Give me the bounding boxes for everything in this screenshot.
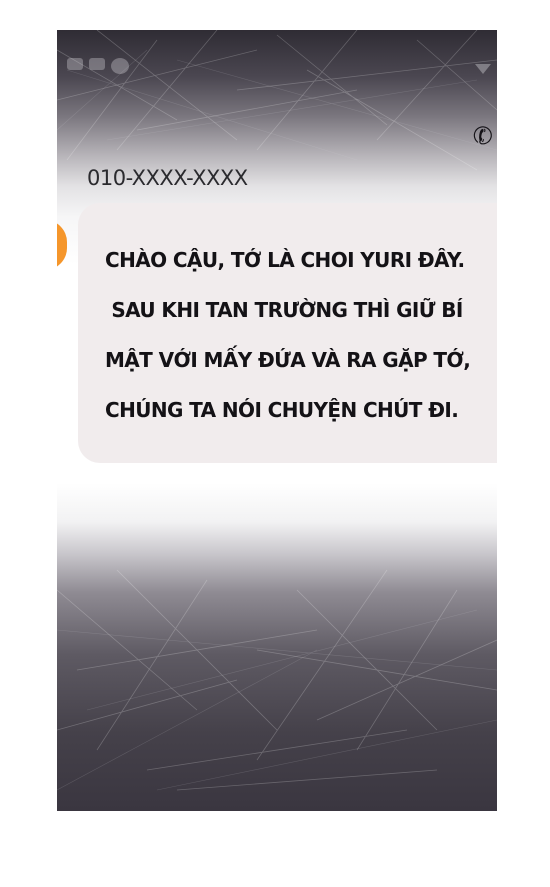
message-line: SAU KHI TAN TRƯỜNG THÌ GIỮ BÍ [105,298,463,322]
signal-icon [475,64,491,74]
sender-number: 010-XXXX-XXXX [87,166,248,190]
avatar[interactable] [57,220,67,270]
message-line: CHÀO CẬU, TỚ LÀ CHOI YURI ĐÂY. [105,248,465,272]
notification-icon [67,58,83,70]
comic-panel: ✆ 010-XXXX-XXXX CHÀO CẬU, TỚ LÀ CHOI YUR… [0,0,550,887]
message-line: MẬT VỚI MẤY ĐỨA VÀ RA GẶP TỚ, [105,348,471,372]
message-line: CHÚNG TA NÓI CHUYỆN CHÚT ĐI. [105,398,459,422]
chat-icon [111,58,129,74]
message-bubble: CHÀO CẬU, TỚ LÀ CHOI YURI ĐÂY. SAU KHI T… [78,203,497,463]
phone-screen: ✆ 010-XXXX-XXXX CHÀO CẬU, TỚ LÀ CHOI YUR… [57,30,497,811]
status-bar-icons [67,58,129,74]
phone-icon[interactable]: ✆ [470,120,497,152]
message-icon [89,58,105,70]
